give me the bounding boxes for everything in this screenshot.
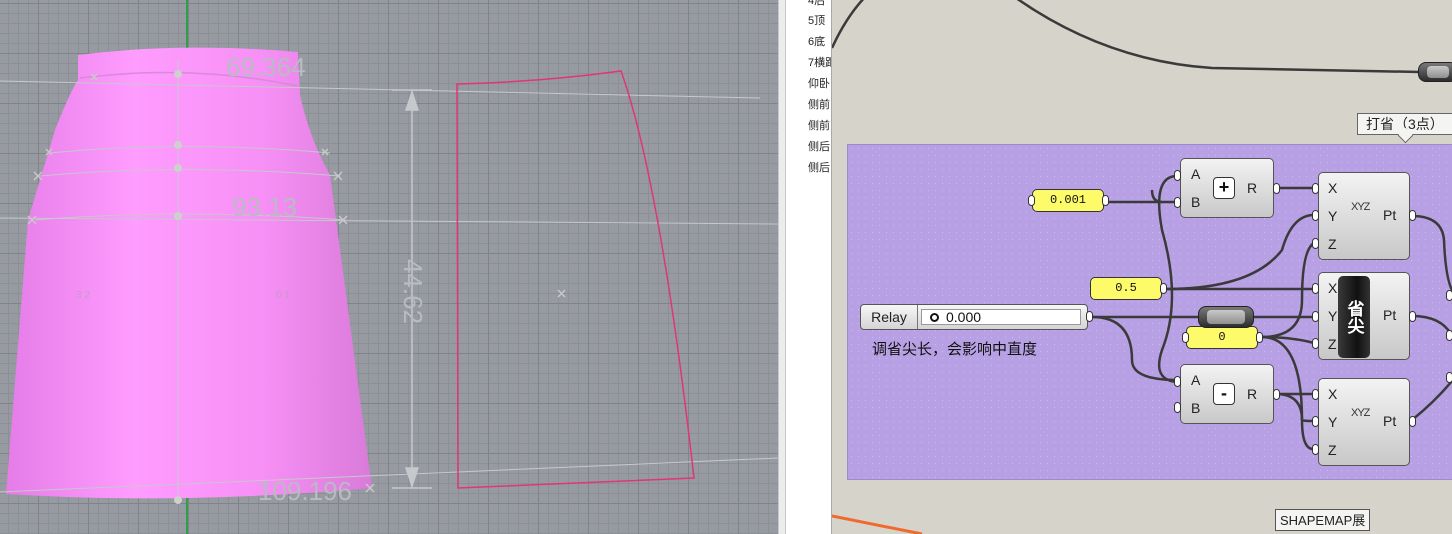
xyz-point-icon: XYZ — [1351, 407, 1370, 419]
list-item[interactable]: 仰卧 — [808, 75, 830, 91]
group-title[interactable]: 打省（3点） — [1357, 113, 1452, 135]
dim-middle-label: 93.13 — [232, 192, 298, 222]
input-pin[interactable] — [1174, 402, 1181, 413]
list-item[interactable]: 侧后 — [808, 138, 830, 154]
slider-track[interactable]: 0.000 — [921, 309, 1081, 325]
pt1-output[interactable]: Pt — [1383, 207, 1396, 223]
seam-label-right: 0 1 — [276, 290, 290, 301]
relay-label: Relay — [861, 305, 918, 329]
list-item[interactable]: 侧前 — [808, 96, 830, 112]
list-item[interactable]: 5顶 — [808, 12, 825, 28]
input-pin[interactable] — [1312, 283, 1319, 294]
list-item[interactable]: 4后 — [808, 0, 825, 8]
input-pin[interactable] — [1312, 338, 1319, 349]
value-panel-05[interactable]: 0.5 — [1090, 277, 1162, 300]
construct-point-component-1[interactable]: X Y Z XYZ Pt — [1318, 172, 1410, 260]
add-input-b[interactable]: B — [1191, 194, 1200, 210]
seam-label-left: 3 2 — [76, 290, 90, 301]
sub-output-r[interactable]: R — [1247, 386, 1257, 402]
sub-input-a[interactable]: A — [1191, 372, 1200, 388]
input-pin[interactable] — [1174, 197, 1181, 208]
pt1-input-y[interactable]: Y — [1328, 208, 1337, 224]
relay-slider[interactable]: Relay 0.000 — [860, 304, 1088, 330]
output-pin[interactable] — [1273, 389, 1280, 400]
viewport-geometry — [0, 0, 778, 534]
input-pin[interactable] — [1312, 183, 1319, 194]
xyz-point-icon: XYZ — [1351, 201, 1370, 213]
output-pin[interactable] — [1160, 283, 1167, 294]
subtraction-component[interactable]: A B - R — [1180, 364, 1274, 424]
list-item[interactable]: 侧前 — [808, 117, 830, 133]
input-pin[interactable] — [1182, 332, 1189, 343]
relay-capsule-node[interactable] — [1198, 306, 1254, 328]
pt2-output[interactable]: Pt — [1383, 307, 1396, 323]
input-pin[interactable] — [1312, 416, 1319, 427]
input-pin[interactable] — [1312, 311, 1319, 322]
pt3-input-x[interactable]: X — [1328, 386, 1337, 402]
output-pin[interactable] — [1102, 195, 1109, 206]
top-capsule-node[interactable] — [1418, 62, 1452, 82]
grasshopper-canvas[interactable]: 打省（3点） A B + R A B - R X Y Z XYZ Pt X Y … — [832, 0, 1452, 534]
input-pin[interactable] — [1174, 170, 1181, 181]
sub-input-b[interactable]: B — [1191, 400, 1200, 416]
minus-icon: - — [1213, 383, 1235, 405]
input-pin[interactable] — [1446, 372, 1452, 383]
add-output-r[interactable]: R — [1247, 180, 1257, 196]
input-pin[interactable] — [1446, 330, 1452, 341]
list-item[interactable]: 6底 — [808, 33, 825, 49]
slider-value: 0.000 — [946, 309, 982, 325]
addition-component[interactable]: A B + R — [1180, 158, 1274, 218]
input-pin[interactable] — [1028, 195, 1035, 206]
output-pin[interactable] — [1409, 311, 1416, 322]
input-pin[interactable] — [1446, 290, 1452, 301]
construct-point-component-3[interactable]: X Y Z XYZ Pt — [1318, 378, 1410, 466]
output-pin[interactable] — [1273, 183, 1280, 194]
value-panel-0001[interactable]: 0.001 — [1032, 189, 1104, 212]
pane-splitter[interactable] — [778, 0, 786, 534]
output-pin[interactable] — [1086, 311, 1093, 322]
add-input-a[interactable]: A — [1191, 166, 1200, 182]
value-panel-0[interactable]: 0 — [1186, 326, 1258, 349]
pt3-input-y[interactable]: Y — [1328, 414, 1337, 430]
pt2-input-y[interactable]: Y — [1328, 308, 1337, 324]
dim-bottom-label: 109.196 — [258, 476, 352, 506]
output-pin[interactable] — [1409, 210, 1416, 221]
plus-icon: + — [1213, 177, 1235, 199]
slider-knob[interactable] — [930, 313, 939, 322]
orange-wire — [832, 514, 923, 534]
skirt-surface — [6, 47, 372, 499]
dim-height-label: 44.62 — [398, 258, 429, 325]
note-text: 调省尖长，会影响中直度 — [872, 340, 1038, 358]
pt3-input-z[interactable]: Z — [1328, 442, 1337, 458]
output-pin[interactable] — [1409, 416, 1416, 427]
input-pin[interactable] — [1312, 238, 1319, 249]
pattern-outline — [456, 70, 695, 489]
input-pin[interactable] — [1312, 444, 1319, 455]
list-item[interactable]: 侧后 — [808, 159, 830, 175]
dim-top-label: 69.364 — [226, 52, 306, 82]
output-pin[interactable] — [1256, 332, 1263, 343]
shapemap-label[interactable]: SHAPEMAP展 — [1275, 509, 1371, 531]
pt1-input-x[interactable]: X — [1328, 180, 1337, 196]
pt2-input-z[interactable]: Z — [1328, 336, 1337, 352]
pt3-output[interactable]: Pt — [1383, 413, 1396, 429]
parameter-list[interactable]: 4后 5顶 6底 7横距 仰卧 侧前 侧前 侧后 侧后 — [786, 0, 832, 534]
input-pin[interactable] — [1312, 210, 1319, 221]
dart-tip-button[interactable]: 省尖 — [1338, 276, 1370, 358]
input-pin[interactable] — [1312, 389, 1319, 400]
pt2-input-x[interactable]: X — [1328, 280, 1337, 296]
rhino-viewport[interactable]: 69.364 93.13 109.196 44.62 3 2 0 1 — [0, 0, 778, 534]
input-pin[interactable] — [1174, 376, 1181, 387]
pt1-input-z[interactable]: Z — [1328, 236, 1337, 252]
list-item[interactable]: 7横距 — [808, 54, 831, 70]
